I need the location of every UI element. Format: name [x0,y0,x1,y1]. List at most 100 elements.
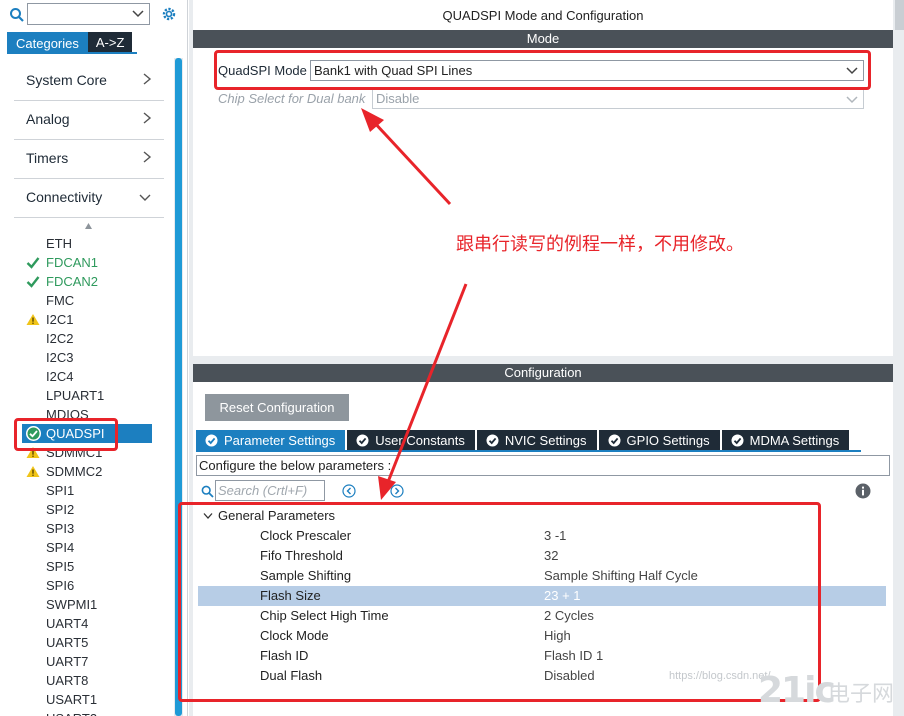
peripheral-item-fdcan2[interactable]: FDCAN2 [22,272,174,291]
parameter-row-clock-prescaler[interactable]: Clock Prescaler 3 -1 [198,526,886,546]
peripheral-label: SPI5 [46,559,75,574]
mode-panel: QUADSPI Mode and Configuration Mode Quad… [193,0,893,356]
peripheral-item-fmc[interactable]: FMC [22,291,174,310]
group-general-parameters[interactable]: General Parameters [198,506,886,526]
chevron-down-icon [139,194,151,201]
peripheral-label: FDCAN1 [46,255,99,270]
tab-parameter-settings[interactable]: Parameter Settings [196,430,346,451]
peripheral-label: USART1 [46,692,98,707]
peripheral-item-sdmmc1[interactable]: SDMMC1 [22,443,174,462]
parameter-rows: Clock Prescaler 3 -1 Fifo Threshold 32 Sampl… [198,526,886,686]
parameter-value[interactable]: Disabled [544,666,595,686]
peripheral-label: LPUART1 [46,388,105,403]
category-timers[interactable]: Timers [14,140,164,179]
peripheral-item-i2c2[interactable]: I2C2 [22,329,174,348]
parameter-value[interactable]: Flash ID 1 [544,646,603,666]
tab-a-z[interactable]: A->Z [87,32,133,53]
gear-icon[interactable] [160,5,178,23]
peripheral-label: SPI3 [46,521,75,536]
chevron-right-icon [143,112,152,124]
configuration-panel: Configuration Reset Configuration Parame… [193,364,893,716]
parameter-value[interactable]: High [544,626,571,646]
peripheral-item-spi3[interactable]: SPI3 [22,519,174,538]
quadspi-mode-label: QuadSPI Mode [218,63,307,78]
tab-label: MDMA Settings [749,433,840,448]
parameter-row-flash-size[interactable]: Flash Size 23 + 1 [198,586,886,606]
scroll-up-icon[interactable] [84,222,93,230]
peripheral-item-i2c1[interactable]: I2C1 [22,310,174,329]
peripheral-item-swpmi1[interactable]: SWPMI1 [22,595,174,614]
quadspi-mode-select[interactable]: Bank1 with Quad SPI Lines [310,60,864,81]
peripheral-item-i2c3[interactable]: I2C3 [22,348,174,367]
parameter-row-sample-shifting[interactable]: Sample Shifting Sample Shifting Half Cycl… [198,566,886,586]
category-analog[interactable]: Analog [14,101,164,140]
parameter-search-input[interactable]: Search (Crtl+F) [215,480,325,501]
chevron-down-icon[interactable] [132,9,144,19]
search-icon [201,485,214,498]
peripheral-item-usart2[interactable]: USART2 [22,709,174,716]
peripheral-item-usart1[interactable]: USART1 [22,690,174,709]
peripheral-item-uart5[interactable]: UART5 [22,633,174,652]
mode-section-header: Mode [193,30,893,48]
peripheral-item-spi5[interactable]: SPI5 [22,557,174,576]
chip-select-select[interactable]: Disable [372,89,864,109]
parameter-value[interactable]: 32 [544,546,558,566]
peripheral-item-lpuart1[interactable]: LPUART1 [22,386,174,405]
parameter-name: Clock Mode [260,628,329,643]
annotation-note: 跟串行读写的例程一样，不用修改。 [456,234,744,255]
next-arrow-icon[interactable] [390,484,404,498]
tab-categories[interactable]: Categories [7,32,88,53]
peripheral-item-spi1[interactable]: SPI1 [22,481,174,500]
check-circle-icon [205,434,218,447]
right-scrollbar[interactable] [895,0,904,30]
tab-underline [7,52,137,54]
check-circle-icon [486,434,499,447]
parameter-row-flash-id[interactable]: Flash ID Flash ID 1 [198,646,886,666]
peripheral-item-spi2[interactable]: SPI2 [22,500,174,519]
quadspi-mode-value: Bank1 with Quad SPI Lines [314,63,473,78]
previous-arrow-icon[interactable] [342,484,356,498]
peripheral-label: I2C2 [46,331,74,346]
chevron-down-icon[interactable] [846,66,858,75]
peripheral-item-fdcan1[interactable]: FDCAN1 [22,253,174,272]
parameter-value[interactable]: 23 + 1 [544,586,581,606]
tab-label: GPIO Settings [626,433,710,448]
peripheral-item-quadspi[interactable]: QUADSPI [22,424,152,443]
check-circle-icon [356,434,369,447]
parameter-value[interactable]: 3 -1 [544,526,566,546]
parameter-value[interactable]: Sample Shifting Half Cycle [544,566,698,586]
chevron-down-icon[interactable] [203,512,213,520]
tab-user-constants[interactable]: User Constants [347,430,475,451]
peripheral-item-uart7[interactable]: UART7 [22,652,174,671]
parameter-row-chip-select-high-time[interactable]: Chip Select High Time 2 Cycles [198,606,886,626]
peripheral-label: ETH [46,236,72,251]
reset-configuration-button[interactable]: Reset Configuration [205,394,349,421]
tab-mdma-settings[interactable]: MDMA Settings [721,430,850,451]
peripheral-item-uart8[interactable]: UART8 [22,671,174,690]
tab-label: Parameter Settings [224,433,336,448]
peripheral-item-spi4[interactable]: SPI4 [22,538,174,557]
search-combobox[interactable] [27,3,150,25]
peripheral-label: UART8 [46,673,89,688]
tab-gpio-settings[interactable]: GPIO Settings [598,430,720,451]
info-icon[interactable] [855,483,871,499]
peripheral-item-eth[interactable]: ETH [22,234,174,253]
tab-nvic-settings[interactable]: NVIC Settings [476,430,597,451]
category-connectivity[interactable]: Connectivity [14,179,164,218]
chevron-right-icon [143,151,152,163]
warning-icon [26,314,40,325]
peripheral-item-spi6[interactable]: SPI6 [22,576,174,595]
parameter-row-clock-mode[interactable]: Clock Mode High [198,626,886,646]
peripheral-item-i2c4[interactable]: I2C4 [22,367,174,386]
peripheral-item-mdios[interactable]: MDIOS [22,405,174,424]
parameter-name: Sample Shifting [260,568,352,583]
category-label: Timers [26,150,69,166]
peripheral-item-sdmmc2[interactable]: SDMMC2 [22,462,174,481]
scrollbar-thumb[interactable] [175,58,182,716]
peripheral-label: I2C4 [46,369,74,384]
peripheral-item-uart4[interactable]: UART4 [22,614,174,633]
parameter-value[interactable]: 2 Cycles [544,606,594,626]
search-icon [10,8,24,22]
category-system-core[interactable]: System Core [14,62,164,101]
parameter-row-fifo-threshold[interactable]: Fifo Threshold 32 [198,546,886,566]
